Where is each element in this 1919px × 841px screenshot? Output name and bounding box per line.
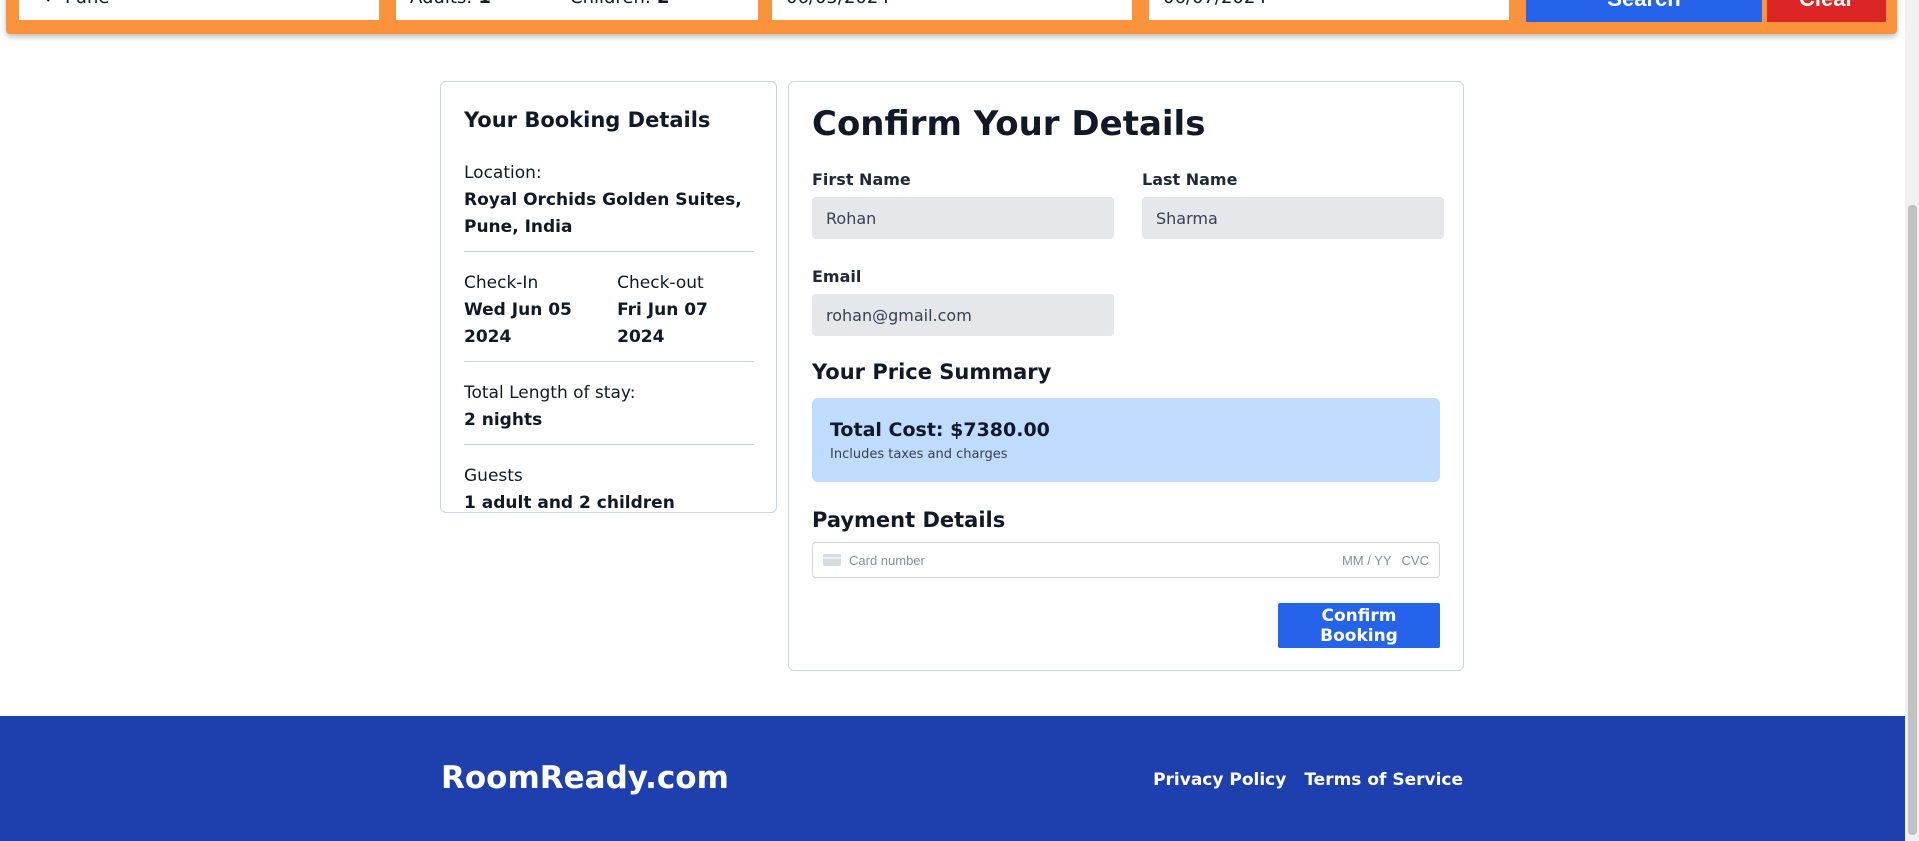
adults-field[interactable]: Adults: 1	[410, 0, 570, 8]
check-out-label: Check-out	[617, 273, 704, 293]
booking-details-card: Your Booking Details Location: Royal Orc…	[440, 81, 777, 513]
check-in-date-input[interactable]: 06/05/2024	[772, 0, 1132, 20]
last-name-field[interactable]	[1142, 197, 1444, 239]
booking-details-title: Your Booking Details	[464, 108, 711, 132]
search-button[interactable]: Search	[1526, 0, 1762, 22]
confirm-details-card: Confirm Your Details First Name Last Nam…	[788, 81, 1464, 671]
check-in-value: Wed Jun 05 2024	[464, 300, 572, 347]
footer-links: Privacy Policy Terms of Service	[1153, 770, 1463, 790]
children-value: 2	[657, 0, 670, 8]
terms-of-service-link[interactable]: Terms of Service	[1304, 770, 1463, 790]
clear-button[interactable]: Clear	[1767, 0, 1886, 22]
children-field[interactable]: Children: 2	[570, 0, 670, 8]
expiry-placeholder: MM / YY	[1341, 552, 1392, 568]
footer: RoomReady.com Privacy Policy Terms of Se…	[0, 716, 1905, 841]
card-payment-field[interactable]: Card number MM / YY CVC	[812, 542, 1440, 578]
divider	[464, 361, 754, 362]
destination-value: Pune	[65, 0, 109, 8]
email-field[interactable]	[812, 294, 1114, 336]
destination-input[interactable]: Pune	[19, 0, 379, 20]
children-label: Children:	[570, 0, 651, 8]
check-in-date-value: 06/05/2024	[786, 0, 890, 8]
location-label: Location:	[464, 163, 542, 183]
divider	[464, 444, 754, 445]
stay-length-label: Total Length of stay:	[464, 383, 636, 403]
check-in-block: Check-In Wed Jun 05 2024	[464, 270, 617, 351]
price-summary-box: Total Cost: $7380.00 Includes taxes and …	[812, 398, 1440, 482]
total-cost: Total Cost: $7380.00	[830, 419, 1050, 441]
stay-dates: Check-In Wed Jun 05 2024 Check-out Fri J…	[464, 270, 754, 351]
first-name-label: First Name	[812, 170, 911, 189]
email-label: Email	[812, 267, 862, 286]
credit-card-icon	[823, 554, 841, 566]
stay-length-value: 2 nights	[464, 410, 543, 430]
check-out-date-input[interactable]: 06/07/2024	[1149, 0, 1509, 20]
cvc-placeholder: CVC	[1401, 552, 1429, 568]
check-out-value: Fri Jun 07 2024	[617, 300, 708, 347]
adults-value: 1	[478, 0, 491, 8]
search-icon	[33, 0, 51, 8]
confirm-booking-button[interactable]: Confirm Booking	[1278, 603, 1440, 648]
page-scrollbar[interactable]	[1905, 0, 1919, 841]
price-note: Includes taxes and charges	[830, 447, 1008, 462]
search-bar: Pune Adults: 1 Children: 2 06/05/2024 06/0…	[6, 0, 1897, 34]
adults-label: Adults:	[410, 0, 472, 8]
price-summary-title: Your Price Summary	[812, 360, 1052, 384]
guests-value: 1 adult and 2 children	[464, 493, 675, 513]
brand-logo[interactable]: RoomReady.com	[441, 760, 729, 796]
page-title: Confirm Your Details	[812, 104, 1206, 144]
first-name-field[interactable]	[812, 197, 1114, 239]
check-out-block: Check-out Fri Jun 07 2024	[617, 270, 754, 351]
check-out-date-value: 06/07/2024	[1163, 0, 1267, 8]
card-number-placeholder: Card number	[849, 552, 925, 568]
privacy-policy-link[interactable]: Privacy Policy	[1153, 770, 1286, 790]
divider	[464, 251, 754, 252]
payment-details-title: Payment Details	[812, 508, 1006, 532]
location-value: Royal Orchids Golden Suites, Pune, India	[464, 190, 742, 237]
guests-selector[interactable]: Adults: 1 Children: 2	[396, 0, 758, 20]
last-name-label: Last Name	[1142, 170, 1238, 189]
guests-label: Guests	[464, 466, 523, 486]
scrollbar-thumb[interactable]	[1908, 205, 1917, 835]
check-in-label: Check-In	[464, 273, 539, 293]
